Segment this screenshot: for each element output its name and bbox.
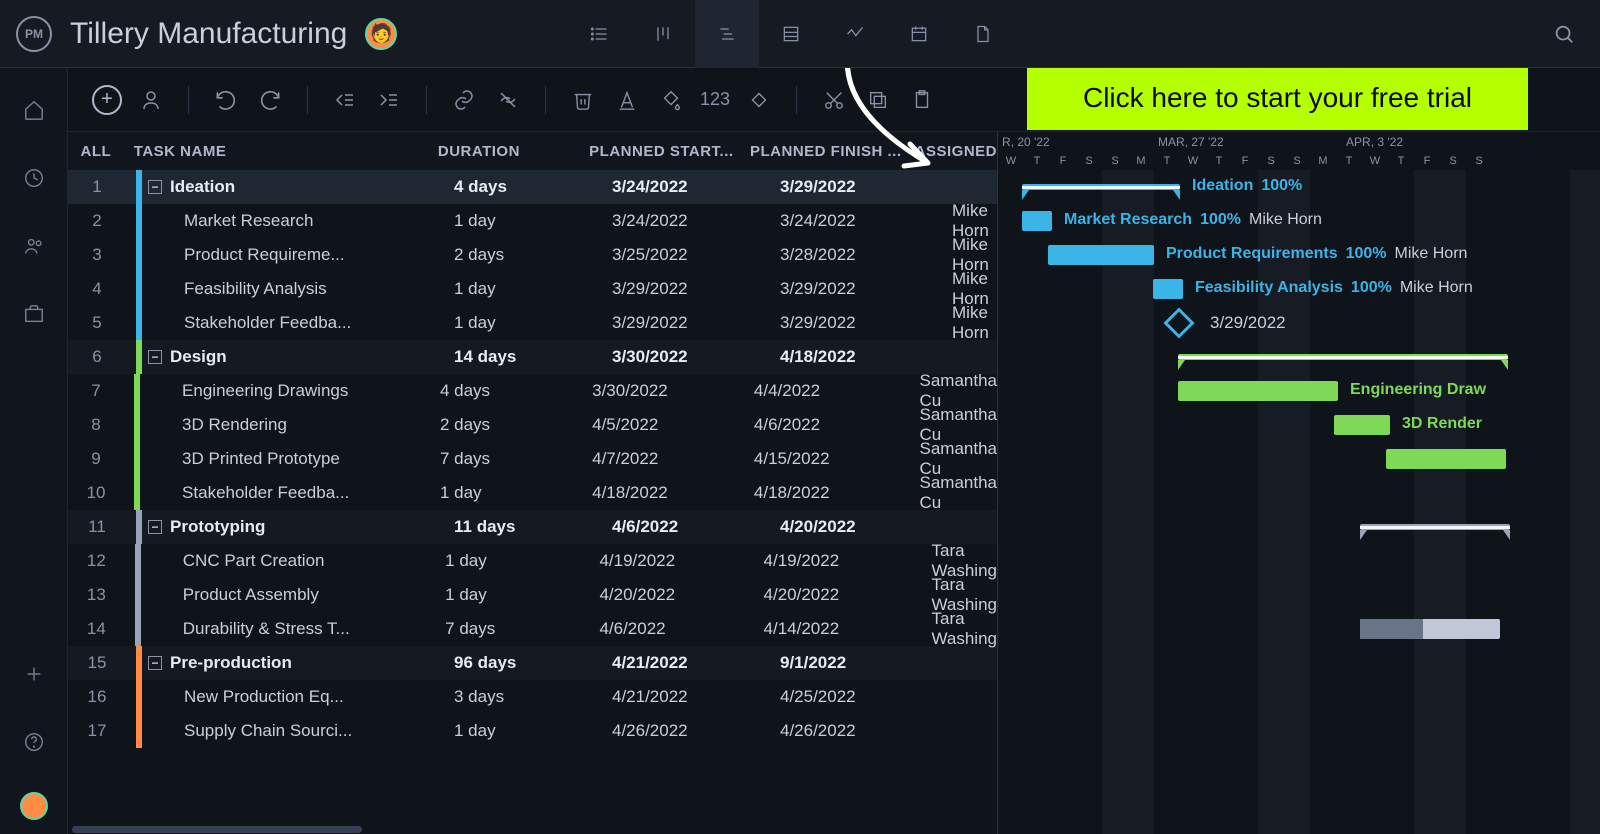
table-row[interactable]: 16New Production Eq...3 days4/21/20224/2… bbox=[68, 680, 997, 714]
gantt-bar[interactable] bbox=[1360, 619, 1500, 639]
project-avatar[interactable]: 🧑 bbox=[365, 18, 397, 50]
unlink-icon[interactable] bbox=[493, 85, 523, 115]
start-trial-button[interactable]: Click here to start your free trial bbox=[1027, 68, 1528, 130]
app-logo[interactable]: PM bbox=[16, 16, 52, 52]
clock-icon[interactable] bbox=[16, 160, 52, 196]
table-row[interactable]: 83D Rendering2 days4/5/20224/6/2022Saman… bbox=[68, 408, 997, 442]
col-duration[interactable]: DURATION bbox=[430, 143, 581, 160]
table-row[interactable]: 10Stakeholder Feedba...1 day4/18/20224/1… bbox=[68, 476, 997, 510]
table-row[interactable]: 1−Ideation4 days3/24/20223/29/2022 bbox=[68, 170, 997, 204]
gantt-bar[interactable] bbox=[1178, 354, 1508, 360]
col-all[interactable]: ALL bbox=[68, 143, 124, 160]
col-planned-start[interactable]: PLANNED START... bbox=[581, 143, 742, 160]
collapse-icon[interactable]: − bbox=[148, 520, 162, 534]
redo-icon[interactable] bbox=[255, 85, 285, 115]
sheet-view-tab[interactable] bbox=[759, 0, 823, 68]
table-row[interactable]: 3Product Requireme...2 days3/25/20223/28… bbox=[68, 238, 997, 272]
dashboard-view-tab[interactable] bbox=[823, 0, 887, 68]
table-row[interactable]: 2Market Research1 day3/24/20223/24/2022M… bbox=[68, 204, 997, 238]
link-icon[interactable] bbox=[449, 85, 479, 115]
task-grid: ALL TASK NAME DURATION PLANNED START... … bbox=[68, 132, 998, 834]
col-assigned[interactable]: ASSIGNED bbox=[907, 143, 997, 160]
number-format-label[interactable]: 123 bbox=[700, 89, 730, 110]
cut-icon[interactable] bbox=[819, 85, 849, 115]
table-row[interactable]: 17Supply Chain Sourci...1 day4/26/20224/… bbox=[68, 714, 997, 748]
gantt-bar[interactable] bbox=[1048, 245, 1154, 265]
milestone-icon[interactable] bbox=[744, 85, 774, 115]
outdent-icon[interactable] bbox=[330, 85, 360, 115]
toolbar: + 123 bbox=[68, 68, 1600, 132]
list-view-tab[interactable] bbox=[567, 0, 631, 68]
text-style-icon[interactable] bbox=[612, 85, 642, 115]
col-planned-finish[interactable]: PLANNED FINISH ... bbox=[742, 143, 907, 160]
view-tabs bbox=[567, 0, 1015, 68]
assign-icon[interactable] bbox=[136, 85, 166, 115]
table-row[interactable]: 4Feasibility Analysis1 day3/29/20223/29/… bbox=[68, 272, 997, 306]
add-task-button[interactable]: + bbox=[92, 85, 122, 115]
project-title[interactable]: Tillery Manufacturing bbox=[70, 17, 347, 51]
gantt-chart[interactable]: R, 20 '22 MAR, 27 '22 APR, 3 '22 WTFSSMT… bbox=[998, 132, 1600, 834]
copy-icon[interactable] bbox=[863, 85, 893, 115]
table-row[interactable]: 6−Design14 days3/30/20224/18/2022 bbox=[68, 340, 997, 374]
gantt-timeline-header: R, 20 '22 MAR, 27 '22 APR, 3 '22 WTFSSMT… bbox=[998, 132, 1600, 170]
gantt-view-tab[interactable] bbox=[695, 0, 759, 68]
home-icon[interactable] bbox=[16, 92, 52, 128]
table-row[interactable]: 12CNC Part Creation1 day4/19/20224/19/20… bbox=[68, 544, 997, 578]
app-header: PM Tillery Manufacturing 🧑 bbox=[0, 0, 1600, 68]
fill-icon[interactable] bbox=[656, 85, 686, 115]
board-view-tab[interactable] bbox=[631, 0, 695, 68]
grid-header: ALL TASK NAME DURATION PLANNED START... … bbox=[68, 132, 997, 170]
collapse-icon[interactable]: − bbox=[148, 656, 162, 670]
user-avatar[interactable] bbox=[20, 792, 48, 820]
gantt-bar[interactable] bbox=[1360, 524, 1510, 530]
table-row[interactable]: 14Durability & Stress T...7 days4/6/2022… bbox=[68, 612, 997, 646]
table-row[interactable]: 93D Printed Prototype7 days4/7/20224/15/… bbox=[68, 442, 997, 476]
left-nav bbox=[0, 68, 68, 834]
gantt-bar[interactable] bbox=[1386, 449, 1506, 469]
help-icon[interactable] bbox=[16, 724, 52, 760]
delete-icon[interactable] bbox=[568, 85, 598, 115]
paste-icon[interactable] bbox=[907, 85, 937, 115]
gantt-bar[interactable] bbox=[1022, 211, 1052, 231]
gantt-bar[interactable] bbox=[1178, 381, 1338, 401]
col-task-name[interactable]: TASK NAME bbox=[124, 143, 430, 160]
table-row[interactable]: 11−Prototyping11 days4/6/20224/20/2022 bbox=[68, 510, 997, 544]
collapse-icon[interactable]: − bbox=[148, 350, 162, 364]
collapse-icon[interactable]: − bbox=[148, 180, 162, 194]
grid-horizontal-scrollbar[interactable] bbox=[68, 824, 997, 834]
table-row[interactable]: 5Stakeholder Feedba...1 day3/29/20223/29… bbox=[68, 306, 997, 340]
indent-icon[interactable] bbox=[374, 85, 404, 115]
gantt-milestone[interactable] bbox=[1163, 307, 1194, 338]
files-view-tab[interactable] bbox=[951, 0, 1015, 68]
gantt-bar[interactable] bbox=[1022, 184, 1180, 190]
table-row[interactable]: 7Engineering Drawings4 days3/30/20224/4/… bbox=[68, 374, 997, 408]
calendar-view-tab[interactable] bbox=[887, 0, 951, 68]
search-icon[interactable] bbox=[1544, 14, 1584, 54]
table-row[interactable]: 13Product Assembly1 day4/20/20224/20/202… bbox=[68, 578, 997, 612]
portfolio-icon[interactable] bbox=[16, 296, 52, 332]
add-icon[interactable] bbox=[16, 656, 52, 692]
table-row[interactable]: 15−Pre-production96 days4/21/20229/1/202… bbox=[68, 646, 997, 680]
gantt-bar[interactable] bbox=[1153, 279, 1183, 299]
undo-icon[interactable] bbox=[211, 85, 241, 115]
team-icon[interactable] bbox=[16, 228, 52, 264]
gantt-bar[interactable] bbox=[1334, 415, 1390, 435]
